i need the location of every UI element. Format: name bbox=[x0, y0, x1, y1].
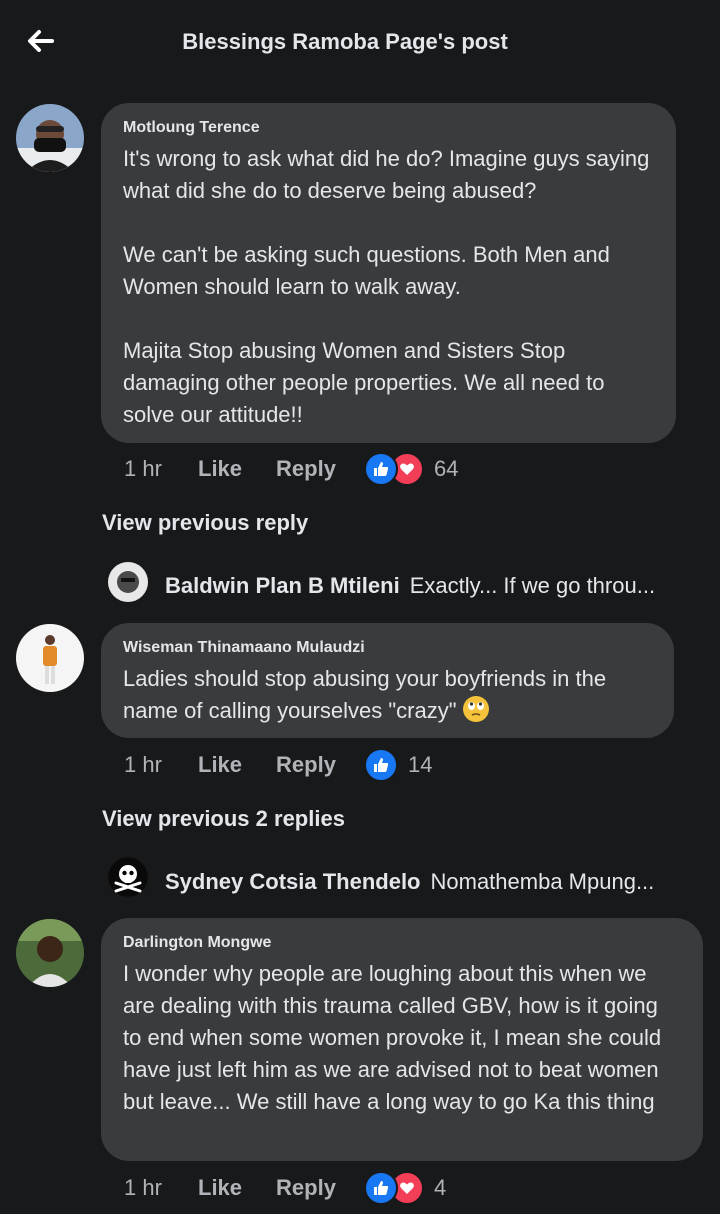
comment-text-body: Ladies should stop abusing your boyfrien… bbox=[123, 666, 613, 723]
comment-time: 1 hr bbox=[124, 1175, 162, 1200]
reply-text: Exactly... If we go throu... bbox=[409, 573, 656, 598]
avatar-sydney-cotsia-thendelo[interactable] bbox=[108, 857, 148, 897]
reply-author[interactable]: Sydney Cotsia Thendelo bbox=[165, 869, 421, 894]
comment-author[interactable]: Motloung Terence bbox=[123, 119, 654, 137]
avatar-wiseman-thinamaano-mulaudzi[interactable] bbox=[16, 624, 84, 692]
reaction-summary[interactable]: 64 bbox=[363, 452, 459, 486]
comment-text: I wonder why people are loughing about t… bbox=[123, 961, 668, 1114]
reaction-count: 64 bbox=[433, 456, 459, 481]
like-reaction-icon bbox=[363, 1171, 398, 1205]
comment-text: Ladies should stop abusing your boyfrien… bbox=[123, 663, 652, 727]
like-reaction-icon bbox=[363, 452, 398, 486]
reaction-count: 14 bbox=[407, 752, 433, 777]
skull-crossbones-icon bbox=[108, 857, 148, 897]
comment-author[interactable]: Darlington Mongwe bbox=[123, 934, 681, 952]
face-with-rolling-eyes-icon bbox=[462, 696, 489, 722]
reaction-summary[interactable]: 4 bbox=[363, 1171, 447, 1205]
like-button[interactable]: Like bbox=[198, 1175, 242, 1201]
view-previous-replies-link[interactable]: View previous reply bbox=[102, 510, 308, 536]
avatar-image bbox=[108, 562, 148, 602]
avatar-motloung-terence[interactable] bbox=[16, 104, 84, 172]
comment-time: 1 hr bbox=[124, 752, 162, 777]
comment-bubble[interactable]: Motloung Terence It's wrong to ask what … bbox=[101, 103, 676, 443]
avatar-image bbox=[16, 104, 84, 172]
comment-actions: 1 hr Like Reply 4 bbox=[124, 1171, 446, 1205]
reply-preview[interactable]: Sydney Cotsia Thendelo Nomathemba Mpung..… bbox=[165, 869, 705, 895]
comment-actions: 1 hr Like Reply 14 bbox=[124, 748, 432, 782]
like-button[interactable]: Like bbox=[198, 456, 242, 482]
reaction-summary[interactable]: 14 bbox=[363, 748, 433, 782]
reply-button[interactable]: Reply bbox=[276, 752, 336, 778]
avatar-image bbox=[16, 624, 84, 692]
comment-bubble[interactable]: Wiseman Thinamaano Mulaudzi Ladies shoul… bbox=[101, 623, 674, 738]
like-reaction-icon bbox=[363, 748, 398, 782]
comment-author[interactable]: Wiseman Thinamaano Mulaudzi bbox=[123, 639, 652, 657]
reply-button[interactable]: Reply bbox=[276, 1175, 336, 1201]
avatar-baldwin-plan-b-mtileni[interactable] bbox=[108, 562, 148, 602]
avatar-darlington-mongwe[interactable] bbox=[16, 919, 84, 987]
like-button[interactable]: Like bbox=[198, 752, 242, 778]
page-title: Blessings Ramoba Page's post bbox=[182, 29, 508, 54]
reply-text: Nomathemba Mpung... bbox=[430, 869, 655, 894]
view-previous-replies-link[interactable]: View previous 2 replies bbox=[102, 806, 345, 832]
reply-preview[interactable]: Baldwin Plan B Mtileni Exactly... If we g… bbox=[165, 573, 705, 599]
comment-time: 1 hr bbox=[124, 456, 162, 481]
reply-author[interactable]: Baldwin Plan B Mtileni bbox=[165, 573, 400, 598]
reply-button[interactable]: Reply bbox=[276, 456, 336, 482]
comment-text: It's wrong to ask what did he do? Imagin… bbox=[123, 146, 650, 427]
top-bar: Blessings Ramoba Page's post bbox=[0, 0, 720, 86]
comment-bubble[interactable]: Darlington Mongwe I wonder why people ar… bbox=[101, 918, 703, 1161]
comment-actions: 1 hr Like Reply 64 bbox=[124, 452, 458, 486]
reaction-count: 4 bbox=[433, 1175, 447, 1200]
avatar-image bbox=[16, 919, 84, 987]
